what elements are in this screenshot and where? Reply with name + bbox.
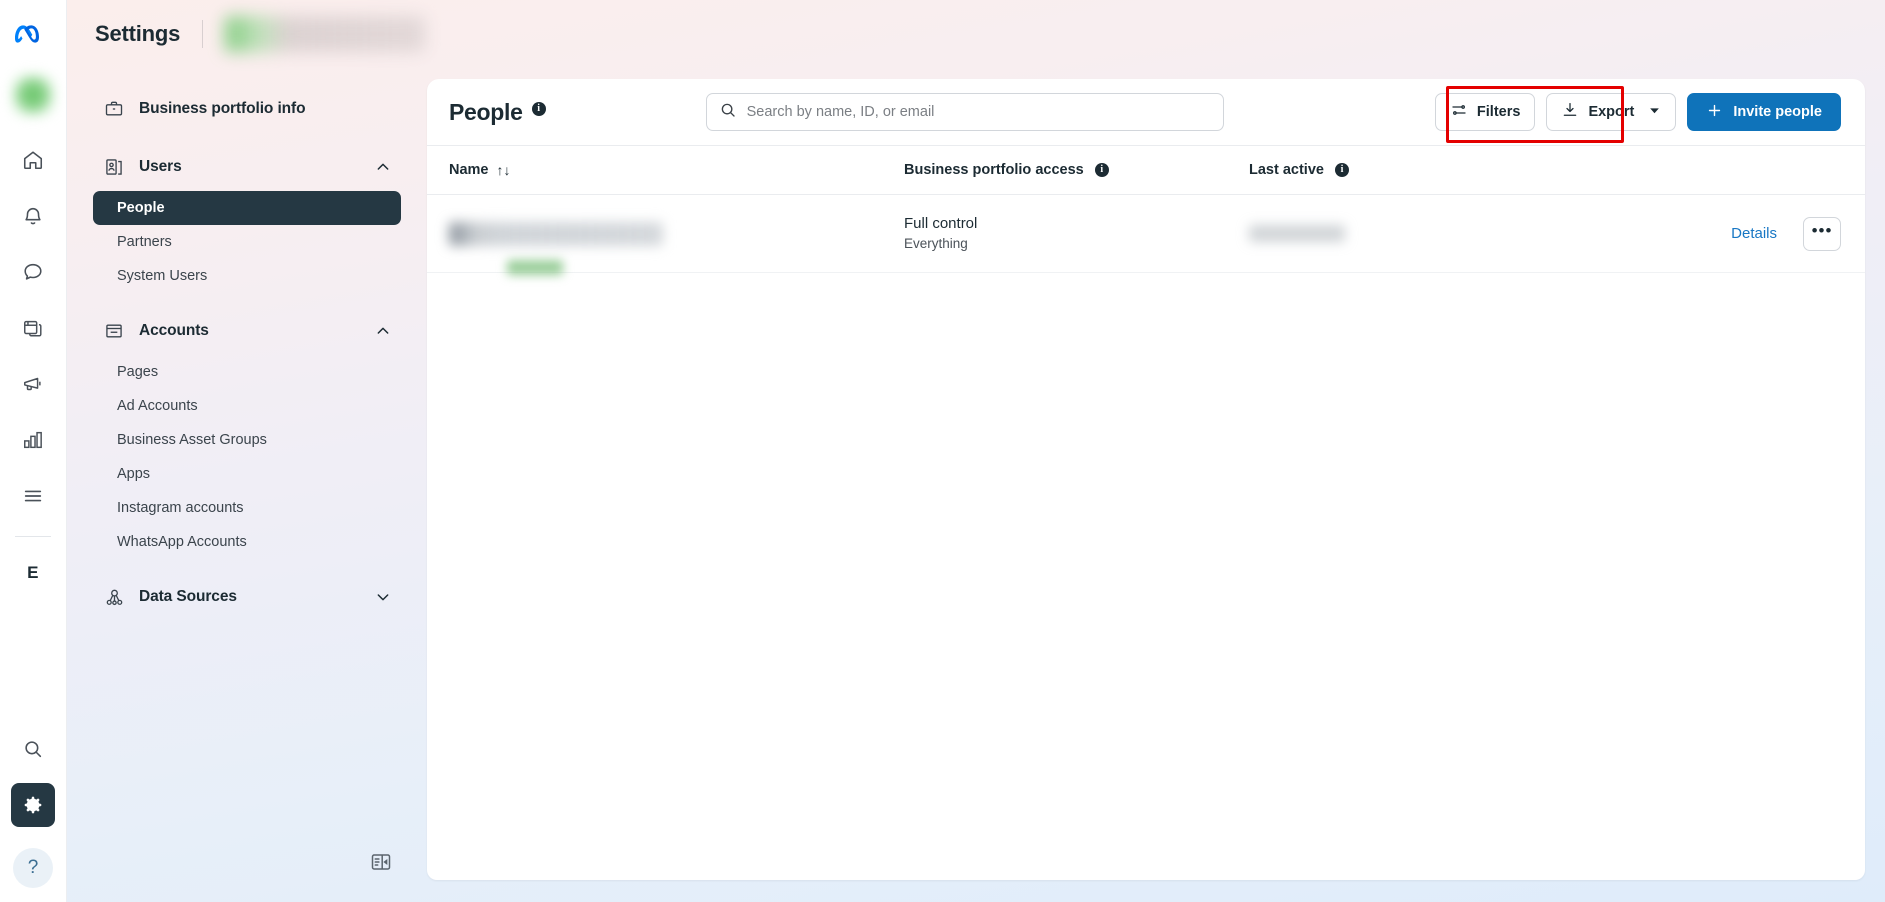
sidebar-label: Business portfolio info (139, 100, 306, 117)
avatar[interactable] (10, 72, 56, 118)
search-icon (719, 101, 737, 124)
search-icon[interactable] (11, 727, 55, 771)
collapse-panel-icon[interactable] (369, 850, 393, 874)
gear-icon[interactable] (11, 783, 55, 827)
download-icon (1561, 101, 1579, 123)
people-panel: People i Search by name, ID, or email Fi… (427, 79, 1865, 880)
column-header-access: Business portfolio access i (904, 162, 1249, 178)
header-divider (202, 19, 204, 48)
sidebar-group-data-sources[interactable]: Data Sources (93, 577, 401, 617)
table-row[interactable]: Full control Everything Details ••• (427, 195, 1865, 275)
help-label: ? (27, 857, 39, 878)
briefcase-icon (103, 98, 125, 120)
bar-chart-icon[interactable] (11, 418, 55, 462)
megaphone-icon[interactable] (11, 362, 55, 406)
last-active-redacted (1249, 225, 1345, 242)
rail-bottom-group: ? (11, 727, 55, 902)
panel-toolbar: People i Search by name, ID, or email Fi… (427, 79, 1865, 146)
column-header-name[interactable]: Name ↑↓ (449, 162, 904, 178)
sidebar-item-system-users[interactable]: System Users (93, 259, 401, 293)
sidebar-item-business-portfolio-info[interactable]: Business portfolio info (93, 89, 401, 129)
info-icon[interactable]: i (1094, 163, 1109, 177)
column-header-last-active: Last active i (1249, 162, 1549, 178)
letter-badge-icon[interactable]: E (11, 551, 55, 595)
chevron-up-icon[interactable] (375, 323, 391, 339)
invite-people-button[interactable]: Invite people (1687, 93, 1841, 131)
export-button[interactable]: Export (1546, 93, 1677, 131)
column-label-last-active: Last active (1249, 162, 1324, 178)
bell-icon[interactable] (11, 194, 55, 238)
sidebar-item-partners[interactable]: Partners (93, 225, 401, 259)
details-link[interactable]: Details (1731, 225, 1777, 242)
column-label-name: Name (449, 162, 489, 178)
menu-icon[interactable] (11, 474, 55, 518)
sidebar-item-pages[interactable]: Pages (93, 355, 401, 389)
sidebar-group-label: Accounts (139, 322, 209, 339)
help-icon[interactable]: ? (13, 848, 53, 888)
sidebar-group-label: Data Sources (139, 588, 237, 605)
invite-people-label: Invite people (1733, 104, 1822, 120)
name-redacted (449, 221, 663, 246)
cell-last-active (1249, 225, 1549, 242)
chat-bubble-icon[interactable] (11, 250, 55, 294)
letter-badge-label: E (27, 563, 39, 582)
sidebar-item-people[interactable]: People (93, 191, 401, 225)
access-detail: Everything (904, 236, 968, 252)
sidebar-item-business-asset-groups[interactable]: Business Asset Groups (93, 423, 401, 457)
cell-actions: Details ••• (1549, 216, 1841, 251)
meta-logo[interactable] (0, 0, 66, 67)
settings-app: E ? Settings Business portfolio info Use… (0, 0, 1885, 902)
users-icon (103, 156, 125, 178)
info-icon[interactable]: i (1334, 163, 1349, 177)
column-label-access: Business portfolio access (904, 162, 1084, 178)
sidebar-item-whatsapp-accounts[interactable]: WhatsApp Accounts (93, 525, 401, 559)
page-title: People (449, 98, 523, 125)
sort-icon[interactable]: ↑↓ (497, 162, 511, 178)
sidebar-item-instagram-accounts[interactable]: Instagram accounts (93, 491, 401, 525)
sidebar-item-ad-accounts[interactable]: Ad Accounts (93, 389, 401, 423)
page-title-wrap: People i (449, 99, 546, 126)
settings-pane: Settings Business portfolio info Users P… (67, 0, 1885, 902)
sidebar-item-apps[interactable]: Apps (93, 457, 401, 491)
name-sub-redacted (507, 259, 563, 275)
filters-label: Filters (1476, 104, 1521, 120)
settings-header: Settings (67, 0, 1885, 67)
cell-access: Full control Everything (904, 214, 1249, 253)
filters-button[interactable]: Filters (1434, 93, 1536, 131)
chevron-down-icon[interactable] (375, 589, 391, 605)
business-name-redacted (225, 15, 426, 52)
sidebar-group-label: Users (139, 158, 182, 175)
search-input[interactable] (746, 104, 1211, 120)
data-sources-icon (103, 586, 125, 608)
settings-body: Business portfolio info Users People Par… (67, 67, 1885, 902)
rail-icon-list: E (0, 138, 66, 607)
pages-icon[interactable] (11, 306, 55, 350)
settings-nav: Business portfolio info Users People Par… (67, 67, 427, 902)
sidebar-group-accounts[interactable]: Accounts (93, 311, 401, 351)
sidebar-group-users[interactable]: Users (93, 147, 401, 187)
global-nav-rail: E ? (0, 0, 67, 902)
cell-name (449, 221, 904, 275)
sidebar-subitems-users: People Partners System Users (93, 191, 401, 293)
access-level: Full control (904, 214, 978, 232)
more-options-button[interactable]: ••• (1803, 216, 1841, 251)
info-icon[interactable]: i (531, 102, 546, 116)
toolbar-actions: Filters Export Invite people (1434, 93, 1841, 131)
chevron-up-icon[interactable] (375, 159, 391, 175)
search-input-wrap[interactable] (705, 93, 1224, 131)
table-header: Name ↑↓ Business portfolio access i Last… (427, 146, 1865, 195)
sidebar-subitems-accounts: Pages Ad Accounts Business Asset Groups … (93, 355, 401, 559)
plus-icon (1706, 102, 1723, 123)
accounts-icon (103, 320, 125, 342)
page-header-title: Settings (95, 20, 181, 46)
export-label: Export (1588, 104, 1635, 120)
filters-icon (1450, 101, 1468, 123)
rail-divider (15, 536, 51, 537)
chevron-down-icon (1648, 104, 1661, 121)
home-icon[interactable] (11, 138, 55, 182)
